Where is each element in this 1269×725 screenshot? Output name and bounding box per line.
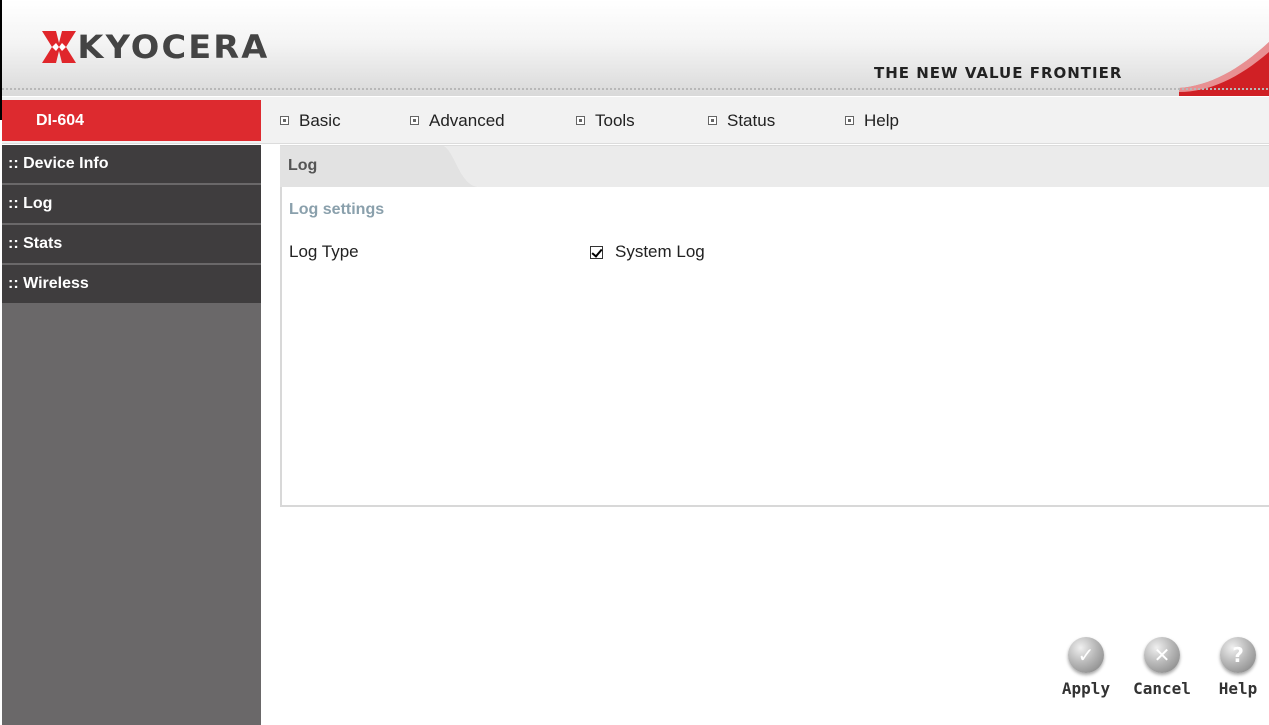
apply-label: Apply <box>1061 679 1111 698</box>
system-log-checkbox[interactable] <box>590 245 603 259</box>
panel-tab-bar: Log <box>280 145 1269 187</box>
model-label: DI-604 <box>2 100 261 141</box>
menu-bullet-icon <box>280 116 289 125</box>
header: KYOCERA THE NEW VALUE FRONTIER <box>2 0 1269 96</box>
apply-button[interactable]: ✓ Apply <box>1055 637 1117 719</box>
kyocera-logo-icon <box>42 31 76 63</box>
cancel-button[interactable]: ✕ Cancel <box>1131 637 1193 719</box>
help-button[interactable]: ? Help <box>1207 637 1269 719</box>
menu-tools[interactable]: Tools <box>576 100 635 141</box>
system-log-option[interactable]: System Log <box>590 242 705 262</box>
menu-label: Advanced <box>429 111 505 130</box>
panel-tab-shape <box>280 145 1269 187</box>
menu-bullet-icon <box>708 116 717 125</box>
brand-name: KYOCERA <box>77 28 270 66</box>
menu-bullet-icon <box>576 116 585 125</box>
system-log-label: System Log <box>615 242 705 261</box>
menu-label: Status <box>727 111 776 130</box>
help-question-icon: ? <box>1220 637 1256 673</box>
menu-basic[interactable]: Basic <box>280 100 341 141</box>
sidebar-item-log[interactable]: :: Log <box>2 185 261 225</box>
panel-title: Log <box>288 157 318 174</box>
sidebar-item-device-info[interactable]: :: Device Info <box>2 145 261 185</box>
sidebar: :: Device Info :: Log :: Stats :: Wirele… <box>2 145 261 725</box>
log-settings-panel: Log settings Log Type System Log <box>280 187 1269 507</box>
menu-label: Tools <box>595 111 635 130</box>
cancel-x-icon: ✕ <box>1144 637 1180 673</box>
menu-label: Basic <box>299 111 341 130</box>
help-label: Help <box>1218 679 1258 698</box>
corner-swoosh-graphic <box>1179 42 1269 96</box>
header-dotted-divider <box>2 88 1269 90</box>
sidebar-item-wireless[interactable]: :: Wireless <box>2 265 261 305</box>
sidebar-item-stats[interactable]: :: Stats <box>2 225 261 265</box>
menu-bullet-icon <box>845 116 854 125</box>
logo: KYOCERA <box>42 28 267 66</box>
tagline: THE NEW VALUE FRONTIER <box>874 64 1123 82</box>
menu-bullet-icon <box>410 116 419 125</box>
section-heading: Log settings <box>289 201 385 218</box>
menu-advanced[interactable]: Advanced <box>410 100 505 141</box>
menu-label: Help <box>864 111 899 130</box>
action-buttons: ✓ Apply ✕ Cancel ? Help <box>1055 637 1269 725</box>
cancel-label: Cancel <box>1133 679 1191 698</box>
menu-status[interactable]: Status <box>708 100 775 141</box>
log-type-label: Log Type <box>289 242 359 261</box>
top-navigation: DI-604 Basic Advanced Tools Status Help <box>2 97 1269 144</box>
apply-check-icon: ✓ <box>1068 637 1104 673</box>
menu-help[interactable]: Help <box>845 100 899 141</box>
